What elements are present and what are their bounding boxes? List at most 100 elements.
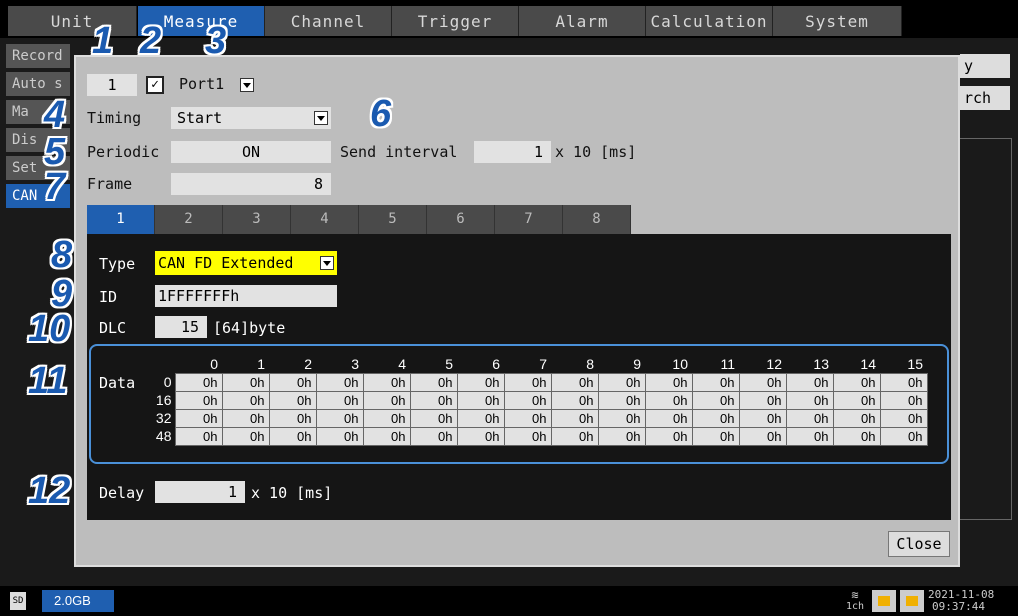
data-cell[interactable]: 0h xyxy=(879,408,928,428)
data-cell[interactable]: 0h xyxy=(879,372,928,392)
data-cell[interactable]: 0h xyxy=(362,426,411,446)
data-cell[interactable]: 0h xyxy=(268,372,317,392)
data-cell[interactable]: 0h xyxy=(362,408,411,428)
data-cell[interactable]: 0h xyxy=(174,390,223,410)
frame-tab-3[interactable]: 3 xyxy=(223,205,291,234)
data-cell[interactable]: 0h xyxy=(409,426,458,446)
data-cell[interactable]: 0h xyxy=(503,372,552,392)
delay-input[interactable]: 1 xyxy=(155,481,245,503)
data-cell[interactable]: 0h xyxy=(456,426,505,446)
data-cell[interactable]: 0h xyxy=(597,426,646,446)
data-cell[interactable]: 0h xyxy=(597,408,646,428)
data-cell[interactable]: 0h xyxy=(268,426,317,446)
data-cell[interactable]: 0h xyxy=(738,426,787,446)
data-cell[interactable]: 0h xyxy=(832,426,881,446)
data-cell[interactable]: 0h xyxy=(174,372,223,392)
data-cell[interactable]: 0h xyxy=(409,390,458,410)
data-cell[interactable]: 0h xyxy=(315,426,364,446)
tab-calculation[interactable]: Calculation xyxy=(646,6,773,36)
frame-tab-5[interactable]: 5 xyxy=(359,205,427,234)
background-button-2[interactable]: rch xyxy=(960,86,1010,110)
data-cell[interactable]: 0h xyxy=(785,408,834,428)
data-cell[interactable]: 0h xyxy=(174,426,223,446)
tab-alarm[interactable]: Alarm xyxy=(519,6,646,36)
tab-unit[interactable]: Unit xyxy=(8,6,137,36)
timing-select[interactable]: Start xyxy=(171,107,331,129)
frame-tab-7[interactable]: 7 xyxy=(495,205,563,234)
data-cell[interactable]: 0h xyxy=(221,390,270,410)
chevron-down-icon[interactable] xyxy=(320,256,334,270)
data-cell[interactable]: 0h xyxy=(268,390,317,410)
data-cell[interactable]: 0h xyxy=(550,390,599,410)
data-cell[interactable]: 0h xyxy=(785,426,834,446)
data-cell[interactable]: 0h xyxy=(315,390,364,410)
data-cell[interactable]: 0h xyxy=(597,390,646,410)
data-cell[interactable]: 0h xyxy=(644,390,693,410)
data-cell[interactable]: 0h xyxy=(738,390,787,410)
data-cell[interactable]: 0h xyxy=(456,390,505,410)
data-cell[interactable]: 0h xyxy=(174,408,223,428)
data-cell[interactable]: 0h xyxy=(221,372,270,392)
data-cell[interactable]: 0h xyxy=(503,408,552,428)
data-cell[interactable]: 0h xyxy=(832,372,881,392)
sidebar-item-0[interactable]: Record xyxy=(6,44,70,68)
background-button-1[interactable]: y xyxy=(960,54,1010,78)
frame-tab-8[interactable]: 8 xyxy=(563,205,631,234)
frame-tab-6[interactable]: 6 xyxy=(427,205,495,234)
data-cell[interactable]: 0h xyxy=(832,390,881,410)
data-cell[interactable]: 0h xyxy=(644,372,693,392)
tab-channel[interactable]: Channel xyxy=(265,6,392,36)
data-cell[interactable]: 0h xyxy=(362,390,411,410)
data-cell[interactable]: 0h xyxy=(409,408,458,428)
data-cell[interactable]: 0h xyxy=(409,372,458,392)
data-cell[interactable]: 0h xyxy=(456,372,505,392)
data-cell[interactable]: 0h xyxy=(503,390,552,410)
data-cell[interactable]: 0h xyxy=(879,390,928,410)
data-cell[interactable]: 0h xyxy=(503,426,552,446)
frame-count-input[interactable]: 8 xyxy=(171,173,331,195)
port-select-value[interactable]: Port1 xyxy=(179,75,224,93)
data-cell[interactable]: 0h xyxy=(738,408,787,428)
frame-tab-1[interactable]: 1 xyxy=(87,205,155,234)
sidebar-item-1[interactable]: Auto s xyxy=(6,72,70,96)
data-cell[interactable]: 0h xyxy=(691,426,740,446)
data-cell[interactable]: 0h xyxy=(738,372,787,392)
data-cell[interactable]: 0h xyxy=(315,408,364,428)
data-cell[interactable]: 0h xyxy=(268,408,317,428)
data-cell[interactable]: 0h xyxy=(362,372,411,392)
close-button[interactable]: Close xyxy=(888,531,950,557)
data-cell[interactable]: 0h xyxy=(644,408,693,428)
data-cell[interactable]: 0h xyxy=(550,372,599,392)
data-cell[interactable]: 0h xyxy=(879,426,928,446)
chevron-down-icon[interactable] xyxy=(240,78,254,92)
data-cell[interactable]: 0h xyxy=(221,408,270,428)
data-cell[interactable]: 0h xyxy=(691,372,740,392)
data-cell[interactable]: 0h xyxy=(221,426,270,446)
enabled-checkbox[interactable]: ✓ xyxy=(146,76,164,94)
slot-number: 1 xyxy=(87,74,137,96)
data-cell[interactable]: 0h xyxy=(691,408,740,428)
wifi-icon: ≋ xyxy=(851,588,859,602)
dlc-input[interactable]: 15 xyxy=(155,316,207,338)
data-cell[interactable]: 0h xyxy=(456,408,505,428)
data-cell[interactable]: 0h xyxy=(550,408,599,428)
id-input[interactable]: 1FFFFFFFh xyxy=(155,285,337,307)
data-cell[interactable]: 0h xyxy=(597,372,646,392)
table-row: 48 0h 0h 0h 0h 0h 0h 0h 0h 0h 0h 0h 0h 0h 0h 0h 0h xyxy=(153,426,928,446)
data-cell[interactable]: 0h xyxy=(691,390,740,410)
type-select[interactable]: CAN FD Extended xyxy=(155,251,337,275)
send-interval-input[interactable]: 1 xyxy=(474,141,551,163)
periodic-toggle[interactable]: ON xyxy=(171,141,331,163)
data-cell[interactable]: 0h xyxy=(315,372,364,392)
callout-11: 11 xyxy=(28,360,68,402)
data-cell[interactable]: 0h xyxy=(832,408,881,428)
data-cell[interactable]: 0h xyxy=(785,390,834,410)
data-cell[interactable]: 0h xyxy=(644,426,693,446)
tab-trigger[interactable]: Trigger xyxy=(392,6,519,36)
chevron-down-icon[interactable] xyxy=(314,111,328,125)
data-cell[interactable]: 0h xyxy=(550,426,599,446)
data-cell[interactable]: 0h xyxy=(785,372,834,392)
frame-tab-4[interactable]: 4 xyxy=(291,205,359,234)
frame-tab-2[interactable]: 2 xyxy=(155,205,223,234)
tab-system[interactable]: System xyxy=(773,6,902,36)
